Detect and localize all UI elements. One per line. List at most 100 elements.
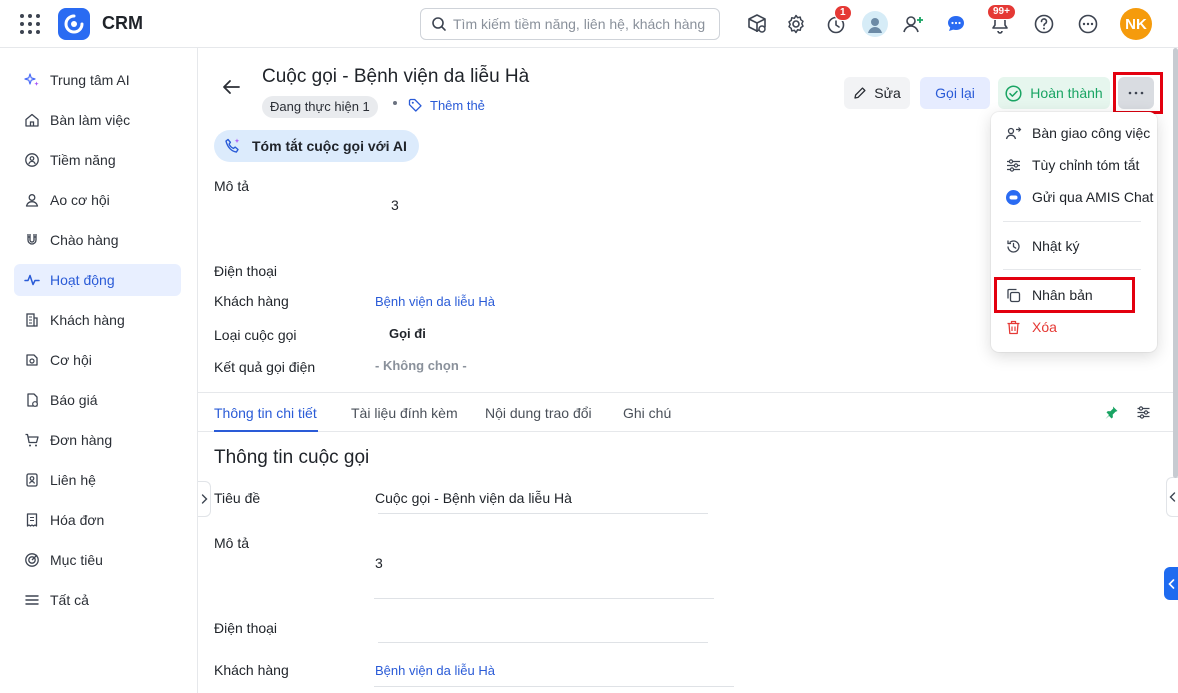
- magnet-icon: [27, 234, 37, 245]
- ai-summary-button[interactable]: Tóm tắt cuộc gọi với AI: [214, 130, 419, 162]
- sidebar-item-quotes[interactable]: Báo giá: [14, 384, 181, 416]
- target-icon: [25, 553, 39, 567]
- user-avatar-icon[interactable]: [862, 11, 888, 37]
- sidebar-item-goals[interactable]: Mục tiêu: [14, 544, 181, 576]
- tab-notes[interactable]: Ghi chú: [623, 405, 671, 421]
- sidebar-item-leads[interactable]: Tiềm năng: [14, 144, 181, 176]
- detail-label-customer: Khách hàng: [214, 662, 289, 678]
- status-badge[interactable]: Đang thực hiện 1: [262, 96, 378, 118]
- summary-value-call-result[interactable]: - Không chọn -: [375, 358, 467, 373]
- sidebar-item-activities[interactable]: Hoạt động: [14, 264, 181, 296]
- detail-label-description: Mô tả: [214, 535, 250, 551]
- highlight-box-more: [1113, 72, 1163, 114]
- highlight-box-duplicate: [994, 277, 1135, 313]
- detail-value-title[interactable]: Cuộc gọi - Bệnh viện da liễu Hà: [375, 490, 572, 506]
- back-arrow-icon[interactable]: [220, 76, 242, 98]
- separator-dot: [393, 101, 397, 105]
- history-icon: [1007, 239, 1020, 253]
- sidebar-item-invoices[interactable]: Hóa đơn: [14, 504, 181, 536]
- global-search[interactable]: [420, 8, 720, 40]
- sidebar-item-offers[interactable]: Chào hàng: [14, 224, 181, 256]
- field-underline: [378, 642, 708, 643]
- users-pool-icon: [25, 194, 39, 207]
- summary-value-description[interactable]: 3: [391, 197, 399, 213]
- complete-button[interactable]: Hoàn thành: [998, 77, 1110, 109]
- menu-divider: [1003, 221, 1141, 222]
- edit-button[interactable]: Sửa: [844, 77, 910, 109]
- top-bar: CRM 1 99+ NK: [0, 0, 1178, 48]
- menu-item-send-amis-chat[interactable]: Gửi qua AMIS Chat: [1005, 185, 1153, 209]
- record-title: Cuộc gọi - Bệnh viện da liễu Hà: [262, 66, 530, 87]
- opportunity-icon: [26, 354, 38, 366]
- sidebar-item-all[interactable]: Tất cả: [14, 584, 181, 616]
- add-user-icon[interactable]: [900, 11, 926, 37]
- summary-label-call-type: Loại cuộc gọi: [214, 327, 297, 343]
- tab-exchange-content[interactable]: Nội dung trao đổi: [485, 405, 592, 421]
- call-back-button[interactable]: Gọi lại: [920, 77, 990, 109]
- sidebar-item-opportunity-pool[interactable]: Ao cơ hội: [14, 184, 181, 216]
- field-underline: [374, 598, 714, 599]
- sidebar-item-opportunities[interactable]: Cơ hội: [14, 344, 181, 376]
- building-icon: [26, 313, 38, 327]
- field-underline: [374, 686, 734, 687]
- section-title: Thông tin cuộc gọi: [214, 447, 370, 468]
- crm-logo-icon[interactable]: [58, 8, 90, 40]
- trash-icon: [1007, 320, 1020, 334]
- menu-divider: [1003, 269, 1141, 270]
- sidebar: Trung tâm AI Bàn làm việc Tiềm năng Ao c…: [0, 48, 198, 693]
- notification-badge: 99+: [987, 4, 1016, 20]
- cart-icon: [25, 433, 39, 447]
- customize-sliders-icon[interactable]: [1136, 405, 1151, 420]
- app-grid-icon[interactable]: [20, 14, 40, 34]
- detail-tabs: Thông tin chi tiết Tài liệu đính kèm Nội…: [198, 392, 1178, 432]
- tag-icon: [408, 98, 422, 112]
- activity-icon: [24, 274, 40, 286]
- help-icon[interactable]: [1031, 11, 1057, 37]
- sidebar-item-customers[interactable]: Khách hàng: [14, 304, 181, 336]
- sidebar-item-ai-center[interactable]: Trung tâm AI: [14, 64, 181, 96]
- package-search-icon[interactable]: [744, 11, 770, 37]
- search-icon: [432, 17, 446, 31]
- summary-value-call-type[interactable]: Gọi đi: [389, 326, 426, 341]
- tab-detail-info[interactable]: Thông tin chi tiết: [214, 405, 317, 421]
- handover-icon: [1005, 126, 1022, 139]
- chat-bubble-icon[interactable]: [943, 11, 969, 37]
- check-circle-icon: [1005, 84, 1022, 102]
- menu-item-handover[interactable]: Bàn giao công việc: [1005, 121, 1150, 145]
- collapse-left-handle[interactable]: [198, 481, 211, 517]
- sidebar-item-orders[interactable]: Đơn hàng: [14, 424, 181, 456]
- menu-item-delete[interactable]: Xóa: [1005, 315, 1057, 339]
- chat-icon: [1006, 189, 1021, 205]
- detail-value-description[interactable]: 3: [375, 555, 383, 571]
- app-title: CRM: [102, 13, 143, 33]
- sliders-icon: [1007, 158, 1020, 172]
- chevron-right-icon: [201, 494, 207, 504]
- summary-customer-link[interactable]: Bệnh viện da liễu Hà: [375, 294, 495, 309]
- side-panel-toggle[interactable]: [1164, 567, 1178, 600]
- menu-item-customize-summary[interactable]: Tùy chỉnh tóm tắt: [1005, 153, 1139, 177]
- chevron-left-icon: [1167, 578, 1174, 589]
- add-tag-link[interactable]: Thêm thẻ: [408, 98, 485, 113]
- detail-customer-link[interactable]: Bệnh viện da liễu Hà: [375, 663, 495, 678]
- summary-label-phone: Điện thoại: [214, 263, 278, 279]
- search-input[interactable]: [453, 16, 713, 32]
- invoice-icon: [26, 513, 38, 527]
- settings-gear-icon[interactable]: [783, 11, 809, 37]
- more-actions-menu: Bàn giao công việc Tùy chỉnh tóm tắt Gửi…: [991, 112, 1157, 352]
- sidebar-item-contacts[interactable]: Liên hệ: [14, 464, 181, 496]
- more-apps-icon[interactable]: [1075, 11, 1101, 37]
- sidebar-item-workspace[interactable]: Bàn làm việc: [14, 104, 181, 136]
- detail-label-title: Tiêu đề: [214, 490, 261, 506]
- collapse-right-handle[interactable]: [1166, 477, 1178, 517]
- pencil-icon: [854, 87, 866, 99]
- tab-attachments[interactable]: Tài liệu đính kèm: [351, 405, 458, 421]
- menu-icon: [25, 595, 39, 605]
- menu-item-history[interactable]: Nhật ký: [1005, 234, 1079, 258]
- home-icon: [25, 113, 39, 127]
- quote-icon: [27, 393, 38, 407]
- chevron-left-icon: [1169, 492, 1176, 502]
- pin-icon[interactable]: [1104, 405, 1119, 420]
- user-initials-avatar[interactable]: NK: [1120, 8, 1152, 40]
- summary-label-call-result: Kết quả gọi điện: [214, 359, 316, 375]
- scrollbar[interactable]: [1173, 48, 1178, 478]
